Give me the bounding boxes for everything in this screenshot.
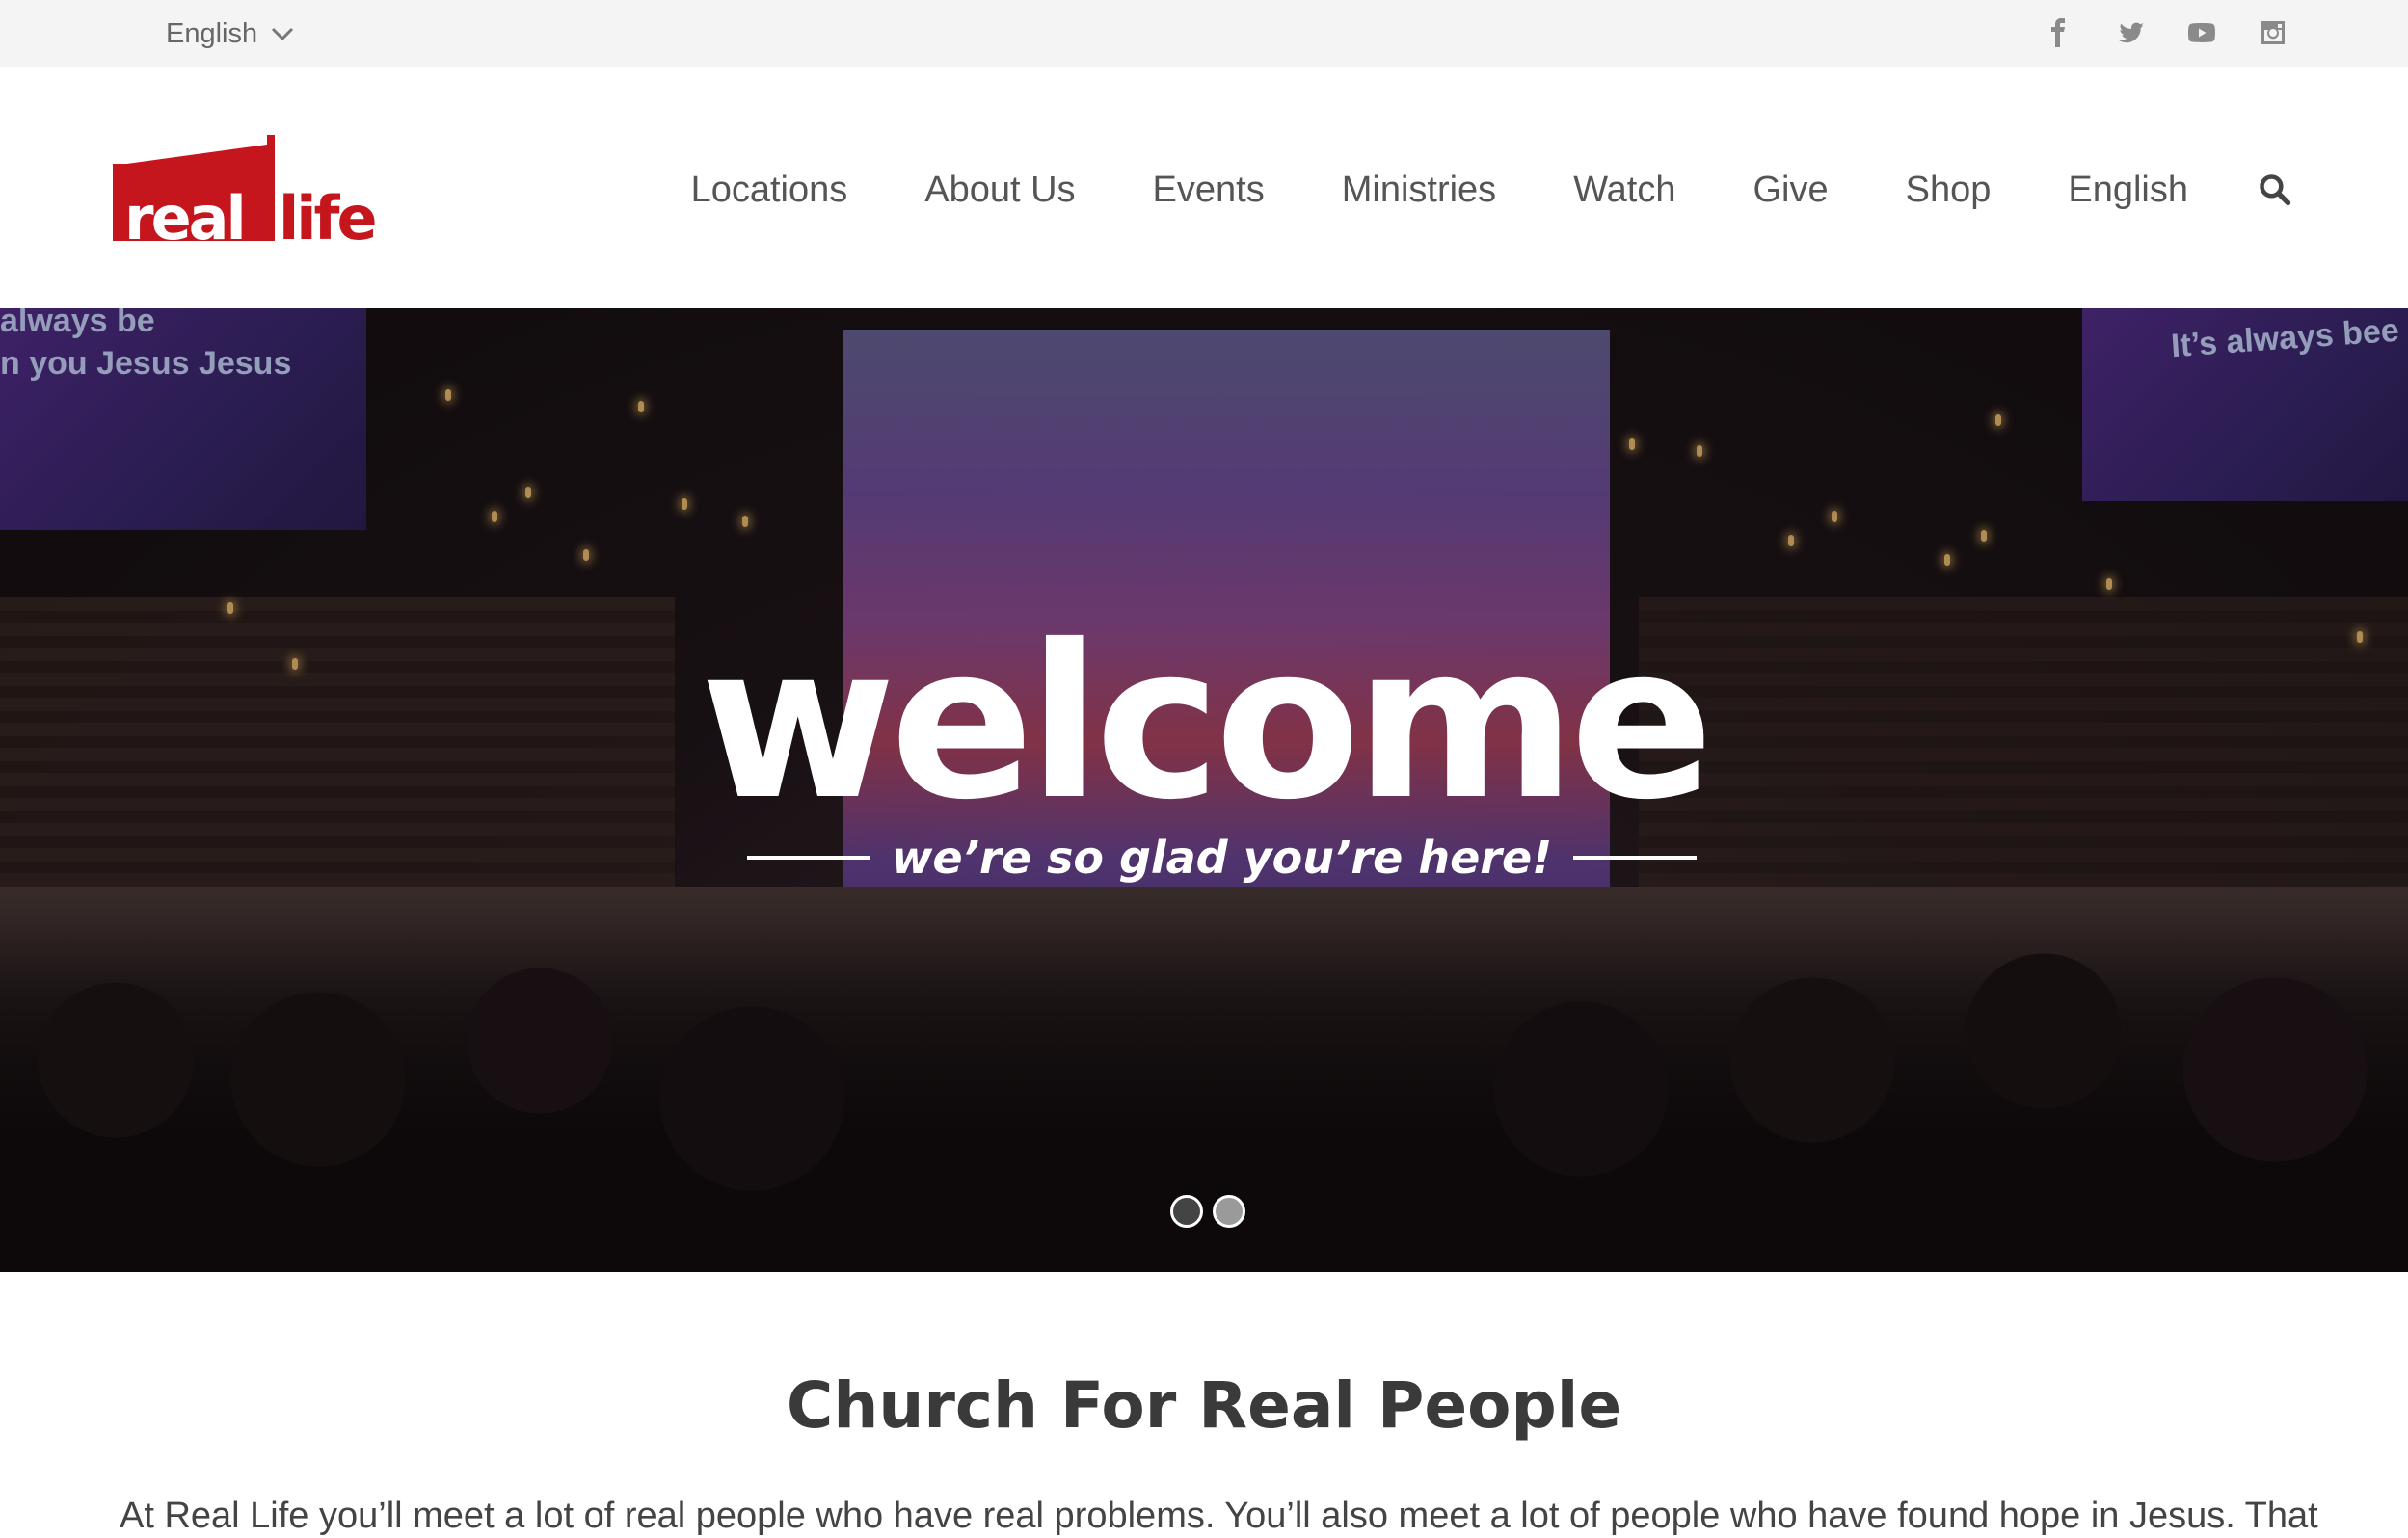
nav-english[interactable]: English [2068, 170, 2188, 211]
slider-dot-2[interactable] [1213, 1195, 1245, 1228]
social-links [2042, 13, 2290, 52]
nav-give[interactable]: Give [1752, 170, 1828, 211]
chevron-down-icon [272, 27, 294, 41]
subtitle-rule-left [747, 856, 870, 860]
section-body: At Real Life you’ll meet a lot of real p… [120, 1496, 2318, 1536]
nav-locations[interactable]: Locations [691, 170, 848, 211]
instagram-icon[interactable] [2256, 13, 2290, 52]
hero-slider: always be n you Jesus Jesus It’s always … [0, 308, 2408, 1272]
real-life-logo[interactable]: real life [113, 135, 392, 253]
hero-subtitle: we’re so glad you’re here! [891, 832, 1553, 884]
twitter-icon[interactable] [2113, 13, 2148, 52]
subtitle-rule-right [1573, 856, 1698, 860]
language-selector-label: English [166, 17, 258, 49]
nav-ministries[interactable]: Ministries [1342, 170, 1496, 211]
site-header: real life Locations About Us Events Mini… [0, 67, 2408, 308]
nav-shop[interactable]: Shop [1906, 170, 1992, 211]
slider-dots [1170, 1195, 1245, 1228]
facebook-icon[interactable] [2042, 13, 2076, 52]
svg-text:real: real [124, 183, 244, 243]
youtube-icon[interactable] [2184, 13, 2219, 52]
main-nav: Locations About Us Events Ministries Wat… [691, 166, 2408, 214]
section-title: Church For Real People [786, 1368, 1622, 1443]
nav-watch[interactable]: Watch [1573, 170, 1675, 211]
nav-about-us[interactable]: About Us [924, 170, 1075, 211]
language-selector[interactable]: English [166, 17, 294, 50]
top-utility-bar: English [0, 0, 2408, 67]
hero-subtitle-row: we’re so glad you’re here! [747, 829, 1698, 887]
nav-events[interactable]: Events [1153, 170, 1265, 211]
hero-title: welcome [700, 599, 1714, 846]
slider-dot-1[interactable] [1170, 1195, 1203, 1228]
svg-text:life: life [279, 183, 375, 243]
search-icon[interactable] [2256, 171, 2294, 209]
